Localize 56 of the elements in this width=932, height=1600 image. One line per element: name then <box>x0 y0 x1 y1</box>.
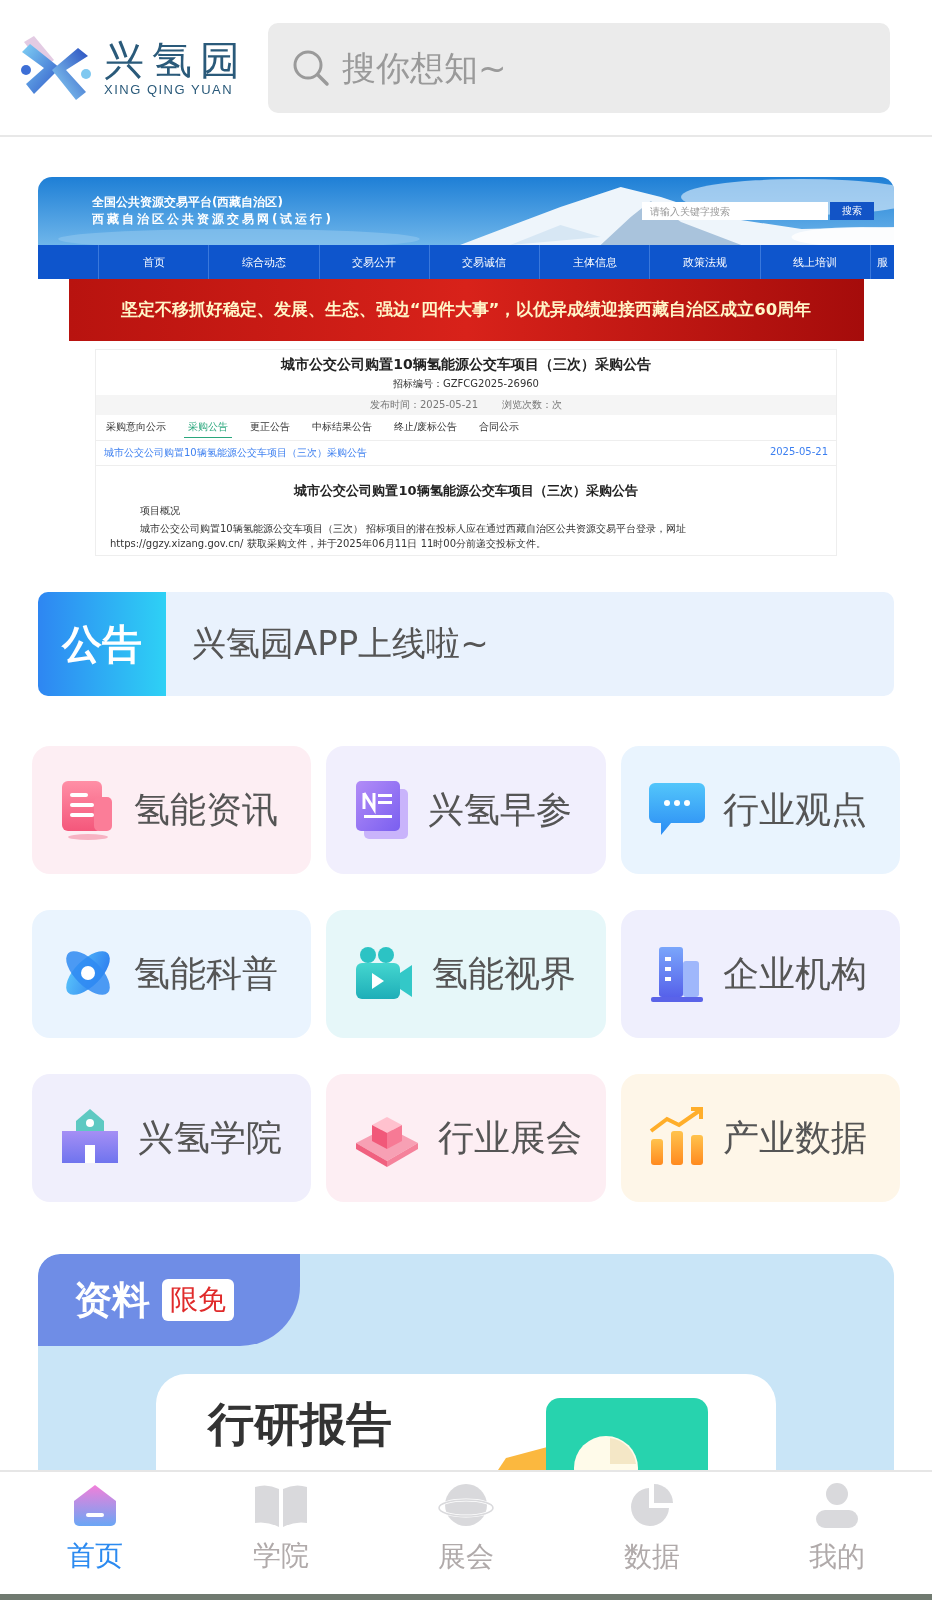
search-field[interactable]: 搜你想知~ <box>268 22 890 113</box>
document-tab[interactable]: 合同公示 <box>475 417 524 438</box>
category-label: 兴氢学院 <box>138 1115 282 1160</box>
category-label: 氢能资讯 <box>134 787 278 832</box>
site-nav-item[interactable]: 服 <box>870 245 894 279</box>
notice-text: 兴氢园APP上线啦~ <box>192 622 489 665</box>
category-tile[interactable]: 产业数据 <box>620 1074 900 1202</box>
category-tile[interactable]: 兴氢学院 <box>32 1074 312 1202</box>
category-tile[interactable]: 氢能资讯 <box>32 746 312 874</box>
document-title: 城市公交公司购置10辆氢能源公交车项目（三次）采购公告 <box>281 356 651 374</box>
person-icon <box>814 1482 860 1528</box>
section-label: 项目概况 <box>140 504 180 518</box>
home-icon <box>72 1483 118 1527</box>
search-icon <box>292 48 330 87</box>
site-subtitle: 西藏自治区公共资源交易网(试运行) <box>92 211 334 228</box>
document-tab[interactable]: 中标结果公告 <box>308 417 376 438</box>
document-paragraph: 城市公交公司购置10辆氢能源公交车项目（三次） 招标项目的潜在投标人应在通过西藏自治区公共资源交易平台登录，网址 https://ggzy.xizang.gov.cn/ 获取采购文件，并于2025年06月11日 11时00分前递交投标文件。 <box>110 522 687 551</box>
book-icon <box>252 1483 309 1527</box>
resources-title: 资料 <box>74 1276 150 1324</box>
document-number: 招标编号：GZFCG2025-26960 <box>393 377 539 391</box>
category-label: 行业观点 <box>722 787 867 832</box>
logo-subtitle: XING QING YUAN <box>104 82 234 97</box>
category-label: 氢能科普 <box>134 951 278 996</box>
site-title: 全国公共资源交易平台(西藏自治区) <box>92 194 284 211</box>
category-tile[interactable]: 兴氢早参 <box>326 746 606 874</box>
site-search-button[interactable]: 搜索 <box>830 202 874 220</box>
category-tile[interactable]: 氢能视界 <box>326 910 606 1038</box>
pie-chart-icon <box>628 1482 675 1528</box>
category-label: 行业展会 <box>438 1115 583 1160</box>
category-tile[interactable]: 企业机构 <box>620 910 900 1038</box>
document-tab[interactable]: 采购意向公示 <box>102 417 170 438</box>
logo-name: 兴氢园 <box>104 38 248 82</box>
publish-date: 发布时间：2025-05-21 <box>369 398 479 412</box>
category-tile[interactable]: 行业展会 <box>326 1074 606 1202</box>
view-count: 浏览次数：次 <box>502 398 563 412</box>
tab-bar-item[interactable]: 首页 <box>40 1472 150 1586</box>
category-label: 氢能视界 <box>432 951 577 996</box>
notice-bar[interactable]: 公告 兴氢园APP上线啦~ <box>38 592 894 696</box>
report-card[interactable]: 行研报告 <box>156 1374 776 1470</box>
category-label: 企业机构 <box>722 951 867 996</box>
announcement-link[interactable]: 城市公交公司购置10辆氢能源公交车项目（三次）采购公告 <box>104 446 367 460</box>
report-title: 行研报告 <box>208 1398 392 1451</box>
planet-icon <box>438 1482 494 1528</box>
announcement-date: 2025-05-21 <box>769 446 828 459</box>
document-tab[interactable]: 终止/废标公告 <box>390 417 462 438</box>
document-heading: 城市公交公司购置10辆氢能源公交车项目（三次）采购公告 <box>294 482 638 500</box>
free-badge: 限免 <box>162 1279 234 1321</box>
notice-label: 公告 <box>38 592 166 696</box>
category-label: 兴氢早参 <box>428 787 573 832</box>
document-tab[interactable]: 更正公告 <box>246 417 294 438</box>
category-tile[interactable]: 行业观点 <box>620 746 900 874</box>
category-tile[interactable]: 氢能科普 <box>32 910 312 1038</box>
site-search-field[interactable]: 请输入关键字搜索 <box>642 202 828 220</box>
category-label: 产业数据 <box>722 1115 867 1160</box>
logo-icon <box>20 33 92 102</box>
slogan-text: 坚定不移抓好稳定、发展、生态、强边“四件大事”，以优异成绩迎接西藏自治区成立60周年 <box>120 299 812 321</box>
